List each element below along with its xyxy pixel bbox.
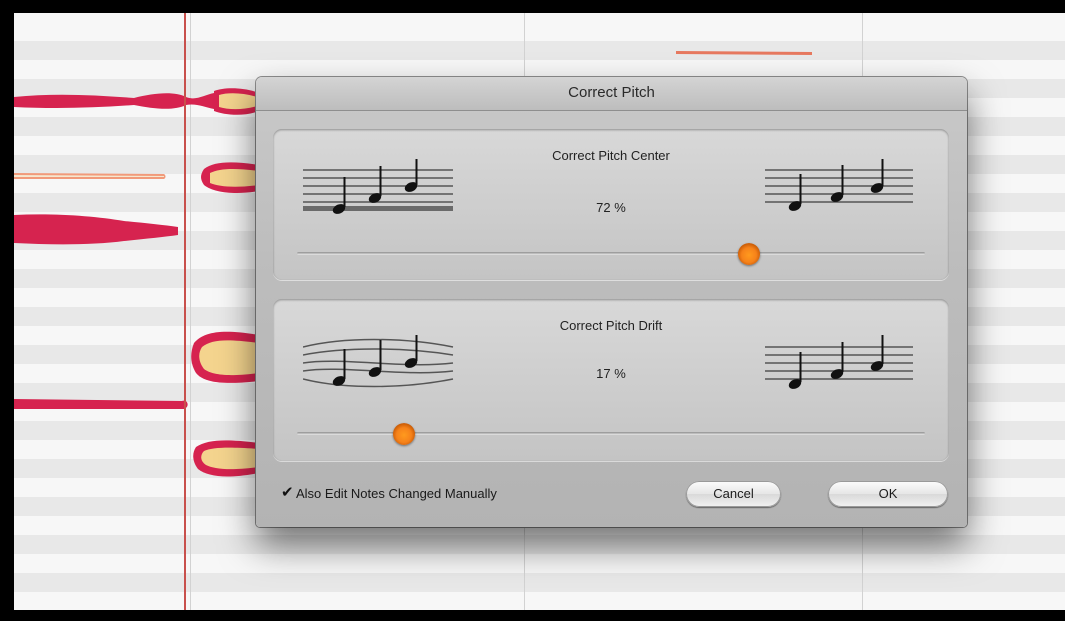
- pitch-drift-slider-knob[interactable]: [392, 423, 415, 445]
- slider-track[interactable]: [297, 252, 925, 255]
- pitch-drift-panel: Correct Pitch Drift 17 %: [273, 299, 949, 461]
- correct-pitch-dialog: Correct Pitch Correct Pitch Center 72 %: [256, 77, 967, 527]
- notes-corrected-icon: [765, 159, 913, 211]
- pitch-drift-slider[interactable]: [297, 423, 925, 445]
- also-edit-manual-checkbox[interactable]: ✔ Also Edit Notes Changed Manually: [281, 484, 497, 502]
- ok-button[interactable]: OK: [828, 481, 948, 507]
- checkmark-icon: ✔: [281, 484, 294, 501]
- checkbox-label[interactable]: Also Edit Notes Changed Manually: [296, 486, 497, 501]
- playhead-line[interactable]: [184, 13, 186, 610]
- notes-uncorrected-icon: [303, 159, 453, 214]
- pitch-center-panel: Correct Pitch Center 72 %: [273, 129, 949, 280]
- app-window: Correct Pitch Correct Pitch Center 72 %: [0, 0, 1065, 621]
- checkbox-box[interactable]: ✔: [281, 484, 294, 501]
- dialog-titlebar[interactable]: Correct Pitch: [256, 77, 967, 111]
- pitch-drift-label: Correct Pitch Drift: [559, 318, 663, 333]
- slider-track[interactable]: [297, 432, 925, 435]
- drift-uncorrected-icon: [303, 335, 454, 388]
- pitch-center-slider[interactable]: [297, 243, 925, 265]
- dialog-title: Correct Pitch: [568, 84, 655, 101]
- cancel-button[interactable]: Cancel: [686, 481, 781, 507]
- pitch-center-slider-knob[interactable]: [738, 243, 761, 265]
- drift-corrected-icon: [765, 335, 913, 389]
